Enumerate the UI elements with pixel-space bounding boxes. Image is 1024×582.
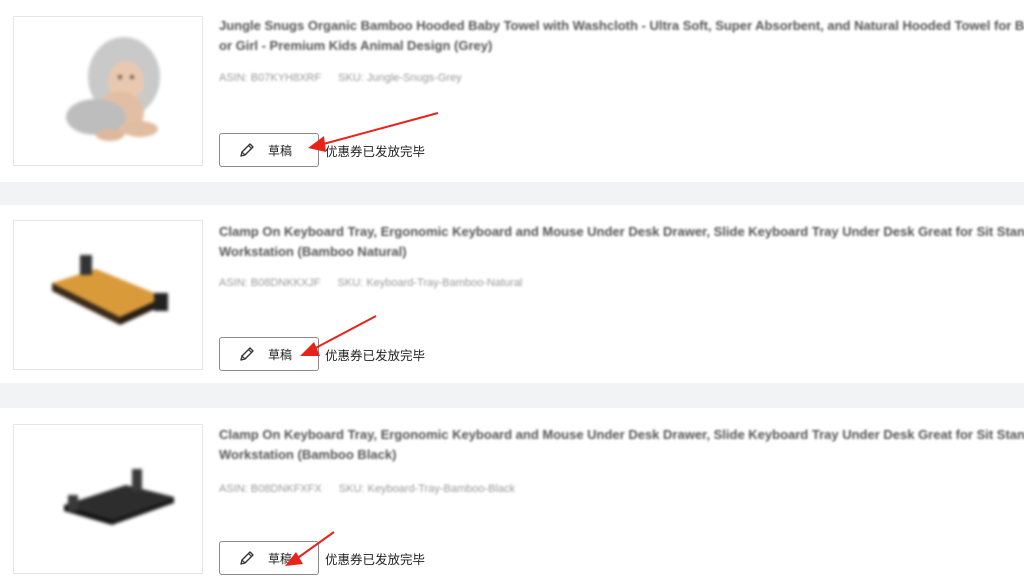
asin-label: ASIN: B07KYH8XRF [219,72,322,84]
product-meta: ASIN: B08DNKFXFX SKU: Keyboard-Tray-Bamb… [219,483,529,495]
keyboard-tray-natural-image [52,255,168,325]
draft-button[interactable]: 草稿 [219,133,319,167]
product-image[interactable] [13,424,203,574]
list-item: Clamp On Keyboard Tray, Ergonomic Keyboa… [0,408,1024,582]
product-image[interactable] [13,220,203,370]
draft-label: 草稿 [268,347,293,362]
sku-label: SKU: Keyboard-Tray-Bamboo-Natural [337,277,523,289]
baby-towel-image [66,37,160,141]
sku-label: SKU: Jungle-Snugs-Grey [338,72,462,84]
pencil-icon [240,347,254,361]
product-meta: ASIN: B08DNKKXJF SKU: Keyboard-Tray-Bamb… [219,277,536,289]
pencil-icon [240,551,254,565]
asin-label: ASIN: B08DNKFXFX [219,483,322,495]
product-image[interactable] [13,16,203,166]
coupon-status: 优惠券已发放完毕 [325,552,426,567]
draft-button[interactable]: 草稿 [219,541,319,575]
product-title[interactable]: Clamp On Keyboard Tray, Ergonomic Keyboa… [219,425,1024,465]
draft-button[interactable]: 草稿 [219,337,319,371]
product-meta: ASIN: B07KYH8XRF SKU: Jungle-Snugs-Grey [219,72,476,84]
product-title[interactable]: Jungle Snugs Organic Bamboo Hooded Baby … [219,16,1024,56]
draft-label: 草稿 [268,551,293,566]
coupon-product-list: Jungle Snugs Organic Bamboo Hooded Baby … [0,0,1024,582]
coupon-status: 优惠券已发放完毕 [325,144,426,159]
product-title[interactable]: Clamp On Keyboard Tray, Ergonomic Keyboa… [219,222,1024,262]
draft-label: 草稿 [268,143,293,158]
keyboard-tray-black-image [64,469,174,525]
sku-label: SKU: Keyboard-Tray-Bamboo-Black [338,483,516,495]
asin-label: ASIN: B08DNKKXJF [219,277,321,289]
list-item: Clamp On Keyboard Tray, Ergonomic Keyboa… [0,205,1024,383]
coupon-status: 优惠券已发放完毕 [325,348,426,363]
pencil-icon [240,143,254,157]
list-item: Jungle Snugs Organic Bamboo Hooded Baby … [0,0,1024,182]
